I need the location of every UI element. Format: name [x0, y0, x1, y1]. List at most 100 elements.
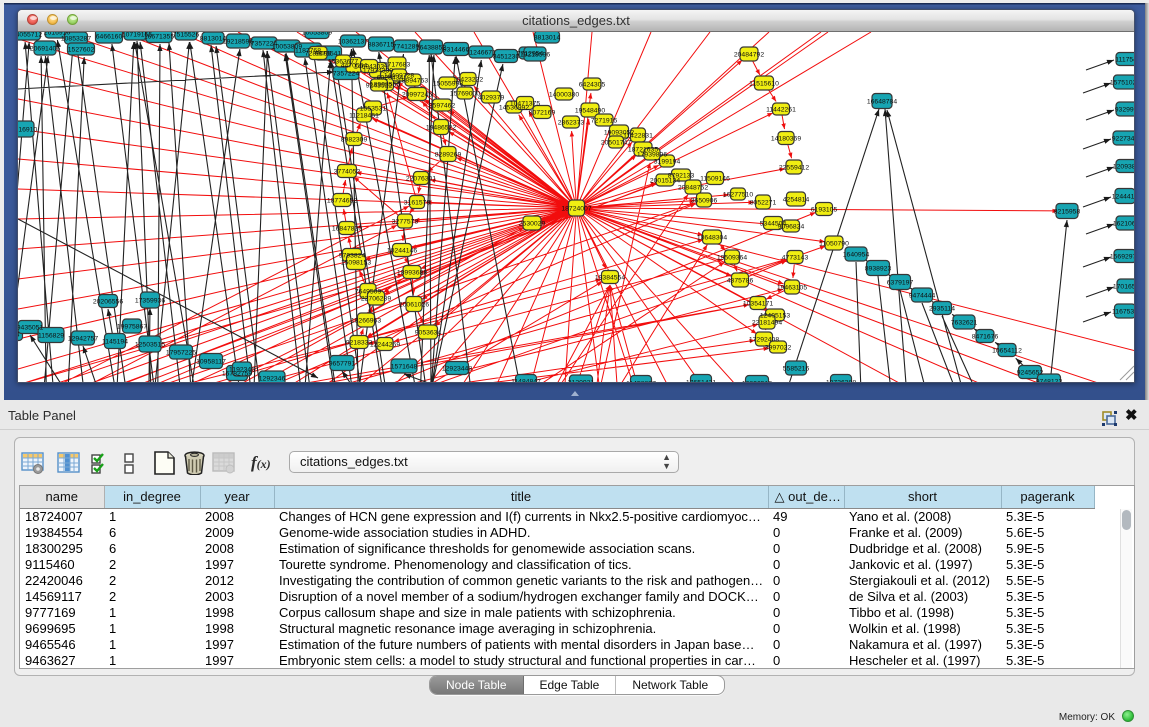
- svg-text:8215958: 8215958: [1054, 209, 1081, 216]
- svg-text:10654112: 10654112: [992, 348, 1022, 355]
- svg-text:6379197: 6379197: [887, 280, 914, 287]
- svg-text:7649509: 7649509: [355, 289, 382, 296]
- svg-text:1192346: 1192346: [229, 367, 255, 374]
- svg-text:2597462: 2597462: [429, 103, 456, 110]
- svg-text:5585216: 5585216: [783, 366, 810, 373]
- svg-text:12503515: 12503515: [135, 342, 165, 349]
- svg-text:6424305: 6424305: [579, 82, 606, 89]
- svg-text:20501747: 20501747: [601, 140, 631, 147]
- svg-text:11484847: 11484847: [511, 379, 541, 383]
- svg-text:10853287: 10853287: [61, 36, 91, 43]
- svg-text:10362137: 10362137: [338, 39, 368, 46]
- svg-text:19548490: 19548490: [575, 108, 605, 115]
- svg-text:12942757: 12942757: [68, 336, 98, 343]
- svg-text:1244415: 1244415: [1112, 194, 1134, 201]
- svg-text:9657791: 9657791: [329, 361, 356, 368]
- svg-text:20015134: 20015134: [650, 178, 680, 185]
- svg-text:19736388: 19736388: [826, 380, 856, 383]
- svg-text:18648304: 18648304: [697, 235, 727, 242]
- svg-text:8072169: 8072169: [529, 110, 556, 117]
- svg-text:22559412: 22559412: [779, 165, 809, 172]
- svg-text:8471676: 8471676: [972, 334, 999, 341]
- svg-text:7289096: 7289096: [305, 51, 332, 58]
- svg-text:16671355: 16671355: [144, 34, 174, 41]
- svg-text:9218332: 9218332: [346, 340, 373, 347]
- svg-text:7515526: 7515526: [173, 32, 200, 39]
- svg-text:4375786: 4375786: [727, 278, 754, 285]
- svg-text:11442261: 11442261: [766, 107, 796, 114]
- svg-text:14055712: 14055712: [18, 32, 42, 39]
- svg-text:22181494: 22181494: [752, 320, 782, 327]
- svg-text:4773143: 4773143: [782, 255, 809, 262]
- svg-text:2616910: 2616910: [18, 127, 37, 134]
- svg-text:17359936: 17359936: [135, 298, 165, 305]
- svg-text:8052271: 8052271: [750, 200, 777, 207]
- svg-text:16847830: 16847830: [332, 226, 362, 233]
- svg-text:9474444: 9474444: [909, 293, 936, 300]
- svg-text:19509364: 19509364: [717, 255, 747, 262]
- svg-text:16423222: 16423222: [453, 77, 483, 84]
- svg-text:8451230: 8451230: [493, 54, 520, 61]
- svg-text:10053809: 10053809: [302, 32, 332, 37]
- svg-text:7632621: 7632621: [951, 320, 978, 327]
- svg-text:20691406: 20691406: [30, 46, 60, 53]
- svg-text:10958117: 10958117: [196, 359, 226, 366]
- svg-text:19218596: 19218596: [223, 39, 253, 46]
- svg-text:4029379: 4029379: [478, 95, 505, 102]
- svg-text:20997245: 20997245: [402, 92, 432, 99]
- svg-text:3277578: 3277578: [392, 219, 419, 226]
- svg-text:19486522: 19486522: [426, 125, 456, 132]
- svg-text:8289269: 8289269: [435, 152, 462, 159]
- svg-text:1117544: 1117544: [1115, 57, 1134, 64]
- svg-text:11458837: 11458837: [626, 381, 656, 383]
- svg-text:20061026: 20061026: [399, 302, 429, 309]
- svg-text:11509146: 11509146: [700, 176, 730, 183]
- svg-text:3774052: 3774052: [334, 169, 361, 176]
- svg-text:20848752: 20848752: [678, 185, 708, 192]
- svg-text:14694303: 14694303: [354, 64, 384, 71]
- svg-text:10244146: 10244146: [387, 248, 417, 255]
- svg-text:16296513: 16296513: [742, 381, 772, 383]
- svg-text:9748123: 9748123: [1036, 379, 1063, 383]
- svg-text:11218461: 11218461: [349, 113, 379, 120]
- svg-text:10354171: 10354171: [743, 301, 773, 308]
- svg-text:11515610: 11515610: [749, 81, 779, 88]
- svg-text:17292408: 17292408: [749, 337, 779, 344]
- svg-text:17651421: 17651421: [686, 380, 716, 383]
- svg-text:12405153: 12405153: [760, 313, 790, 320]
- svg-text:1167531: 1167531: [1112, 309, 1134, 316]
- svg-text:9329966: 9329966: [1115, 107, 1134, 114]
- svg-text:8813014: 8813014: [534, 35, 561, 42]
- svg-text:1527602: 1527602: [68, 47, 95, 54]
- svg-text:12923448: 12923448: [442, 366, 472, 373]
- svg-text:1145194: 1145194: [102, 339, 128, 346]
- svg-text:19975867: 19975867: [117, 324, 147, 331]
- svg-text:8982309: 8982309: [341, 137, 368, 144]
- svg-text:4254814: 4254814: [783, 197, 810, 204]
- svg-text:17939896: 17939896: [637, 152, 667, 159]
- svg-text:3650906: 3650906: [691, 198, 718, 205]
- svg-text:8836715: 8836715: [368, 42, 395, 49]
- svg-text:7271915: 7271915: [591, 118, 618, 125]
- svg-text:18266963: 18266963: [351, 318, 381, 325]
- svg-text:19463105: 19463105: [777, 285, 807, 292]
- svg-text:9227342: 9227342: [1112, 136, 1134, 143]
- svg-text:2530029: 2530029: [519, 221, 546, 228]
- svg-text:2935114: 2935114: [929, 306, 955, 313]
- svg-text:18894763: 18894763: [398, 78, 428, 85]
- svg-text:18774652: 18774652: [327, 198, 357, 205]
- svg-text:1553531: 1553531: [360, 106, 387, 113]
- svg-text:3120921: 3120921: [568, 380, 595, 383]
- svg-text:11246671: 11246671: [466, 50, 496, 57]
- svg-text:16648784: 16648784: [867, 99, 897, 106]
- svg-text:1156829: 1156829: [38, 333, 64, 340]
- svg-text:19384554: 19384554: [595, 275, 625, 282]
- svg-text:22706289: 22706289: [361, 296, 391, 303]
- svg-text:19218596: 19218596: [520, 52, 550, 59]
- svg-text:15098153: 15098153: [341, 260, 371, 267]
- svg-text:9053634: 9053634: [415, 330, 442, 337]
- svg-text:20206556: 20206556: [93, 299, 123, 306]
- svg-text:14180369: 14180369: [771, 136, 801, 143]
- svg-text:16438852: 16438852: [416, 45, 446, 52]
- svg-text:6466160: 6466160: [96, 34, 123, 41]
